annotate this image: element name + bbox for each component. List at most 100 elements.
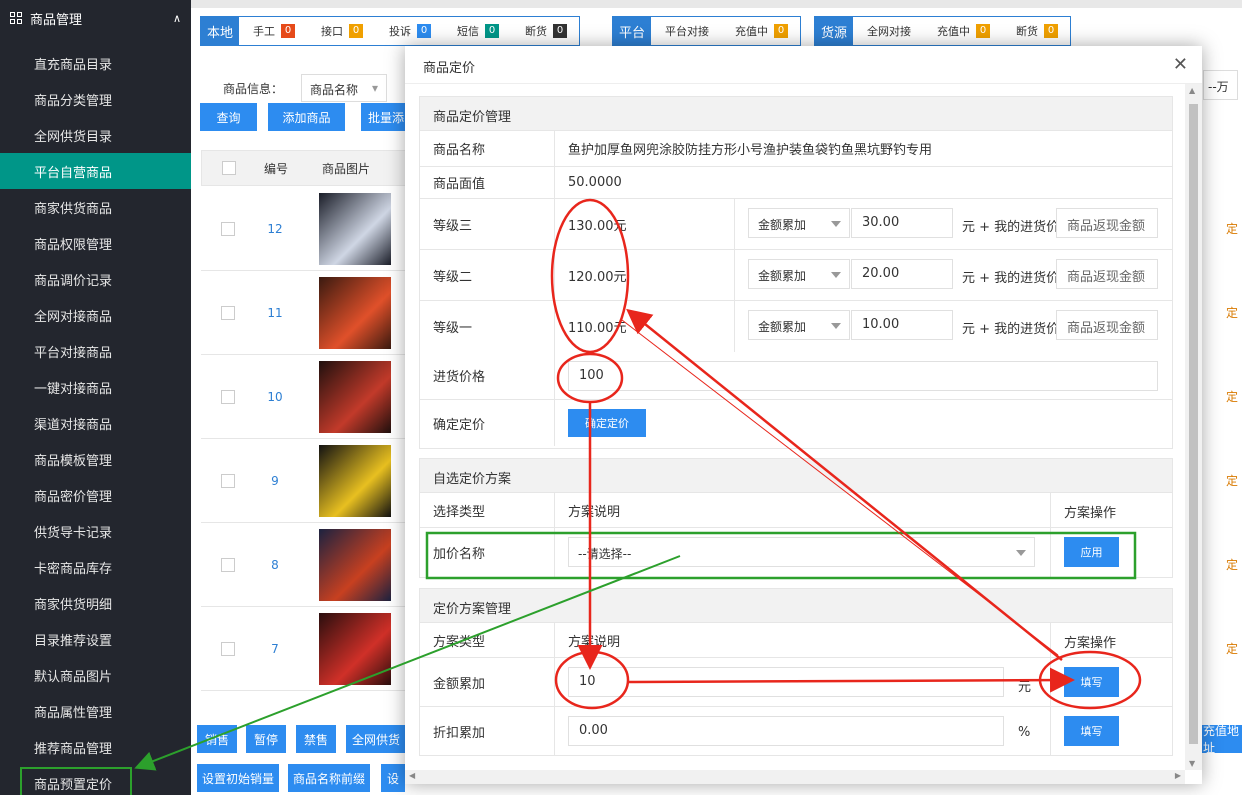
- table-row[interactable]: 7: [201, 607, 415, 691]
- pause-button[interactable]: 暂停: [246, 725, 286, 753]
- local-status-chip[interactable]: 短信 0: [443, 23, 511, 39]
- plan-value-input[interactable]: 0.00: [568, 716, 1004, 746]
- sidebar-item[interactable]: 商品属性管理: [0, 693, 191, 729]
- row-checkbox[interactable]: [221, 389, 235, 404]
- confirm-pricing-button[interactable]: 确定定价: [568, 409, 646, 437]
- chip-label: 投诉: [389, 25, 412, 38]
- sidebar-item[interactable]: 供货导卡记录: [0, 513, 191, 549]
- chevron-down-icon: [1016, 550, 1026, 556]
- rebate-input[interactable]: 商品返现金额: [1056, 310, 1158, 340]
- sidebar-item[interactable]: 商品权限管理: [0, 225, 191, 261]
- sidebar-item[interactable]: 一键对接商品: [0, 369, 191, 405]
- set-button[interactable]: 设: [381, 764, 405, 792]
- plan-row: 折扣累加 0.00% 填写: [420, 707, 1172, 756]
- sidebar-item[interactable]: 商品模板管理: [0, 441, 191, 477]
- scroll-left-icon[interactable]: ◀: [409, 771, 415, 780]
- right-filter-select[interactable]: --万: [1203, 70, 1238, 100]
- table-row[interactable]: 12: [201, 187, 415, 271]
- local-status-chip[interactable]: 手工 0: [239, 23, 307, 39]
- level-mode-select[interactable]: 金额累加: [748, 310, 850, 340]
- sidebar-item[interactable]: 全网供货目录: [0, 117, 191, 153]
- sidebar-item[interactable]: 直充商品目录: [0, 45, 191, 81]
- custom-plan-panel: 自选定价方案 选择类型 方案说明 方案操作 加价名称 --请选择-- 应用: [419, 458, 1173, 578]
- rebate-input[interactable]: 商品返现金额: [1056, 208, 1158, 238]
- row-checkbox[interactable]: [221, 473, 235, 488]
- local-status-chip[interactable]: 接口 0: [307, 23, 375, 39]
- rebate-input[interactable]: 商品返现金额: [1056, 259, 1158, 289]
- level-amount-input[interactable]: 10.00: [851, 310, 953, 340]
- sidebar-item[interactable]: 渠道对接商品: [0, 405, 191, 441]
- sidebar-item[interactable]: 目录推荐设置: [0, 621, 191, 657]
- add-product-button[interactable]: 添加商品: [268, 103, 345, 131]
- row-id[interactable]: 9: [245, 474, 305, 488]
- select-all-checkbox[interactable]: [222, 161, 236, 175]
- scroll-down-icon[interactable]: ▼: [1189, 759, 1195, 768]
- markup-plan-select[interactable]: --请选择--: [568, 537, 1035, 567]
- query-button[interactable]: 查询: [200, 103, 257, 131]
- sidebar-item[interactable]: 默认商品图片: [0, 657, 191, 693]
- level-amount-input[interactable]: 30.00: [851, 208, 953, 238]
- level-mode-select[interactable]: 金额累加: [748, 259, 850, 289]
- local-status-chip[interactable]: 投诉 0: [375, 23, 443, 39]
- table-row[interactable]: 10: [201, 355, 415, 439]
- sidebar-item[interactable]: 商品预置定价: [0, 765, 191, 795]
- sidebar-item[interactable]: 商品调价记录: [0, 261, 191, 297]
- recharge-address-button[interactable]: 充值地址: [1199, 724, 1242, 755]
- cost-input[interactable]: 100: [568, 361, 1158, 391]
- row-checkbox[interactable]: [221, 305, 235, 320]
- plan-management-panel: 定价方案管理 方案类型 方案说明 方案操作 金额累加 10 元填写 折扣累加 0.00%…: [419, 588, 1173, 756]
- apply-button[interactable]: 应用: [1064, 537, 1119, 567]
- source-status-chip[interactable]: 充值中 0: [923, 23, 1002, 39]
- sidebar-item[interactable]: 全网对接商品: [0, 297, 191, 333]
- row-id[interactable]: 11: [245, 306, 305, 320]
- sidebar-item[interactable]: 商家供货明细: [0, 585, 191, 621]
- modal-horizontal-scrollbar[interactable]: ◀ ▶: [405, 770, 1185, 784]
- ban-button[interactable]: 禁售: [296, 725, 336, 753]
- row-checkbox[interactable]: [221, 221, 235, 236]
- pricing-modal: 商品定价 ✕ 商品定价管理 商品名称 鱼护加厚鱼网兜涂胶防挂方形小号渔护装鱼袋钓…: [405, 46, 1202, 784]
- sell-button[interactable]: 销售: [197, 725, 237, 753]
- name-prefix-button[interactable]: 商品名称前缀: [288, 764, 370, 792]
- row-checkbox[interactable]: [221, 641, 235, 656]
- table-row[interactable]: 11: [201, 271, 415, 355]
- level-amount-input[interactable]: 20.00: [851, 259, 953, 289]
- sidebar-item[interactable]: 平台自营商品: [0, 153, 191, 189]
- row-id[interactable]: 12: [245, 222, 305, 236]
- sidebar-title: 商品管理: [30, 12, 83, 28]
- row-checkbox[interactable]: [221, 557, 235, 572]
- modal-vertical-scrollbar[interactable]: ▲ ▼: [1185, 84, 1202, 770]
- network-supply-button[interactable]: 全网供货: [346, 725, 406, 753]
- fill-button[interactable]: 填写: [1064, 716, 1119, 746]
- source-status-chip[interactable]: 全网对接: [853, 23, 923, 39]
- scroll-up-icon[interactable]: ▲: [1189, 86, 1195, 95]
- sidebar-item[interactable]: 商品分类管理: [0, 81, 191, 117]
- row-id[interactable]: 8: [245, 558, 305, 572]
- platform-tag: 平台: [613, 17, 652, 45]
- source-status-chip[interactable]: 断货 0: [1002, 23, 1070, 39]
- sidebar-item[interactable]: 卡密商品库存: [0, 549, 191, 585]
- sidebar-item[interactable]: 商家供货商品: [0, 189, 191, 225]
- sidebar-header[interactable]: 商品管理 ∧: [0, 0, 191, 36]
- table-row[interactable]: 9: [201, 439, 415, 523]
- plan-value-input[interactable]: 10: [568, 667, 1004, 697]
- close-icon[interactable]: ✕: [1173, 56, 1188, 74]
- fill-button[interactable]: 填写: [1064, 667, 1119, 697]
- batch-add-button[interactable]: 批量添: [361, 103, 411, 131]
- sidebar-item[interactable]: 平台对接商品: [0, 333, 191, 369]
- local-status-chip[interactable]: 断货 0: [511, 23, 579, 39]
- set-initial-sales-button[interactable]: 设置初始销量: [197, 764, 279, 792]
- sidebar-item[interactable]: 商品密价管理: [0, 477, 191, 513]
- custom-plan-columns: 选择类型 方案说明 方案操作: [420, 493, 1172, 528]
- scroll-right-icon[interactable]: ▶: [1175, 771, 1181, 780]
- level-mode-select[interactable]: 金额累加: [748, 208, 850, 238]
- platform-status-chip[interactable]: 平台对接: [651, 23, 721, 39]
- row-id[interactable]: 10: [245, 390, 305, 404]
- platform-status-chip[interactable]: 充值中 0: [721, 23, 800, 39]
- row-id[interactable]: 7: [245, 642, 305, 656]
- table-row[interactable]: 8: [201, 523, 415, 607]
- modal-title: 商品定价: [423, 61, 476, 76]
- sidebar-item[interactable]: 推荐商品管理: [0, 729, 191, 765]
- count-badge: 0: [281, 24, 296, 38]
- plan-management-header: 定价方案管理: [420, 589, 1172, 623]
- filter-select[interactable]: 商品名称 ▾: [301, 74, 387, 102]
